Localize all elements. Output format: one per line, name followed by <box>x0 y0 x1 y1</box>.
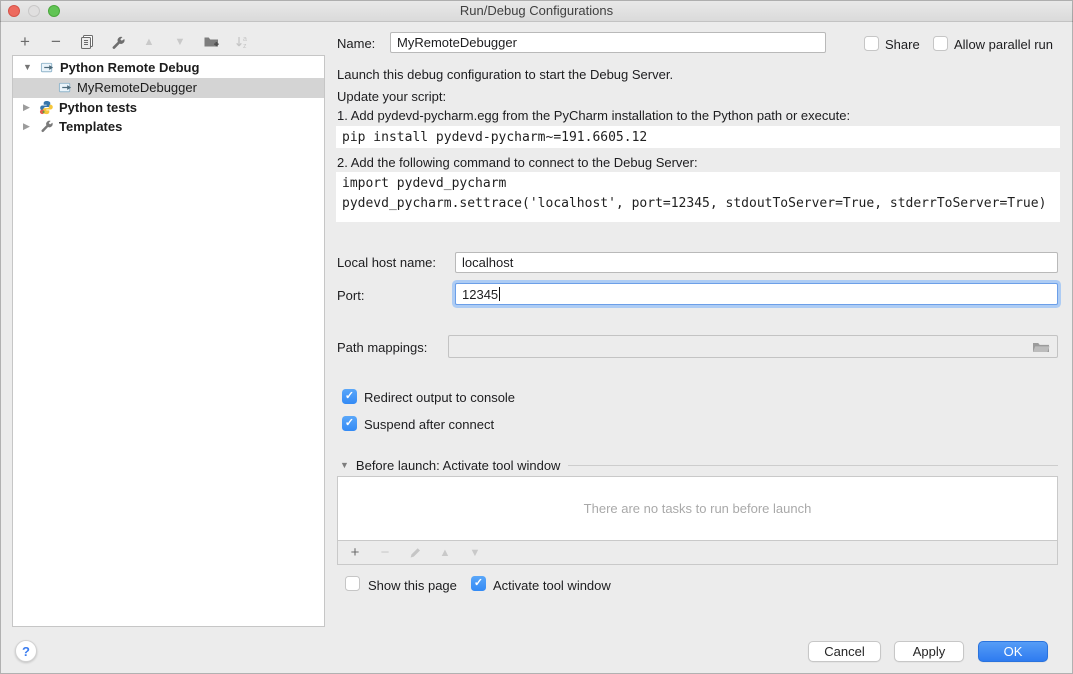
window-title: Run/Debug Configurations <box>0 3 1073 18</box>
move-up-icon[interactable]: ▲ <box>140 33 158 51</box>
run-configuration-icon <box>40 60 56 76</box>
apply-button[interactable]: Apply <box>894 641 964 662</box>
tree-item-python-tests[interactable]: ▶ Python tests <box>13 98 324 118</box>
port-input[interactable]: 12345 <box>455 283 1058 305</box>
title-bar: Run/Debug Configurations <box>0 0 1073 22</box>
templates-wrench-icon <box>40 119 56 135</box>
new-folder-icon[interactable] <box>202 33 220 51</box>
redirect-output-checkbox[interactable]: ✓ <box>342 389 357 404</box>
svg-text:z: z <box>243 43 247 50</box>
instruction-line-2: Update your script: <box>337 89 446 104</box>
settrace-code-block: import pydevd_pycharm pydevd_pycharm.set… <box>336 172 1060 222</box>
before-launch-task-list: There are no tasks to run before launch <box>337 476 1058 541</box>
move-task-up-icon[interactable]: ▲ <box>436 544 454 562</box>
sort-alphabetically-icon[interactable]: az <box>233 33 251 51</box>
edit-templates-icon[interactable] <box>109 33 127 51</box>
configurations-tree: ▼ Python Remote Debug MyRemoteDebugger ▶… <box>12 55 325 627</box>
tree-item-templates[interactable]: ▶ Templates <box>13 117 324 137</box>
empty-tasks-message: There are no tasks to run before launch <box>584 501 812 516</box>
remove-task-icon[interactable]: − <box>376 544 394 562</box>
show-this-page-label[interactable]: Show this page <box>368 578 457 593</box>
tree-item-label: MyRemoteDebugger <box>77 80 197 95</box>
chevron-down-icon[interactable]: ▼ <box>23 62 32 72</box>
name-label: Name: <box>337 36 375 51</box>
chevron-right-icon[interactable]: ▶ <box>23 102 30 113</box>
before-launch-toolbar: + − ▲ ▼ <box>337 541 1058 565</box>
name-input[interactable] <box>390 32 826 53</box>
tree-item-python-remote-debug[interactable]: ▼ Python Remote Debug <box>13 58 324 78</box>
collapse-icon[interactable]: ▼ <box>340 460 349 470</box>
help-button[interactable]: ? <box>15 640 37 662</box>
tree-item-label: Templates <box>59 119 122 134</box>
configurations-toolbar: + − ▲ ▼ az <box>16 30 251 54</box>
tree-item-my-remote-debugger[interactable]: MyRemoteDebugger <box>13 78 324 98</box>
cancel-button[interactable]: Cancel <box>808 641 881 662</box>
text-cursor <box>499 287 500 301</box>
browse-folder-icon[interactable] <box>1031 339 1051 358</box>
allow-parallel-run-checkbox[interactable] <box>933 36 948 51</box>
suspend-after-connect-label[interactable]: Suspend after connect <box>364 417 494 432</box>
divider <box>568 465 1058 466</box>
instruction-line-1: Launch this debug configuration to start… <box>337 67 673 82</box>
code-line-import: import pydevd_pycharm <box>342 176 506 191</box>
svg-text:a: a <box>243 36 247 43</box>
remove-configuration-icon[interactable]: − <box>47 33 65 51</box>
activate-tool-window-label[interactable]: Activate tool window <box>493 578 611 593</box>
share-label[interactable]: Share <box>885 37 920 52</box>
port-value: 12345 <box>462 287 498 302</box>
before-launch-title: Before launch: Activate tool window <box>356 458 561 473</box>
share-checkbox[interactable] <box>864 36 879 51</box>
activate-tool-window-checkbox[interactable]: ✓ <box>471 576 486 591</box>
add-task-icon[interactable]: + <box>346 544 364 562</box>
instruction-step-1: 1. Add pydevd-pycharm.egg from the PyCha… <box>337 108 850 123</box>
show-this-page-checkbox[interactable] <box>345 576 360 591</box>
chevron-right-icon[interactable]: ▶ <box>23 121 30 132</box>
code-line-settrace: pydevd_pycharm.settrace('localhost', por… <box>342 196 1046 211</box>
run-configuration-icon <box>58 80 74 96</box>
pip-install-command: pip install pydevd-pycharm~=191.6605.12 <box>336 126 1060 148</box>
tree-item-label: Python Remote Debug <box>60 60 199 75</box>
tree-item-label: Python tests <box>59 100 137 115</box>
allow-parallel-run-label[interactable]: Allow parallel run <box>954 37 1053 52</box>
suspend-after-connect-checkbox[interactable]: ✓ <box>342 416 357 431</box>
edit-task-icon[interactable] <box>406 544 424 562</box>
path-mappings-input[interactable] <box>448 335 1058 358</box>
port-label: Port: <box>337 288 364 303</box>
python-tests-icon <box>39 100 55 116</box>
copy-configuration-icon[interactable] <box>78 33 96 51</box>
local-host-name-input[interactable] <box>455 252 1058 273</box>
local-host-name-label: Local host name: <box>337 255 436 270</box>
instruction-step-2: 2. Add the following command to connect … <box>337 155 698 170</box>
add-configuration-icon[interactable]: + <box>16 33 34 51</box>
path-mappings-label: Path mappings: <box>337 340 427 355</box>
ok-button[interactable]: OK <box>978 641 1048 662</box>
move-down-icon[interactable]: ▼ <box>171 33 189 51</box>
move-task-down-icon[interactable]: ▼ <box>466 544 484 562</box>
before-launch-header: ▼ Before launch: Activate tool window <box>340 457 1058 473</box>
redirect-output-label[interactable]: Redirect output to console <box>364 390 515 405</box>
